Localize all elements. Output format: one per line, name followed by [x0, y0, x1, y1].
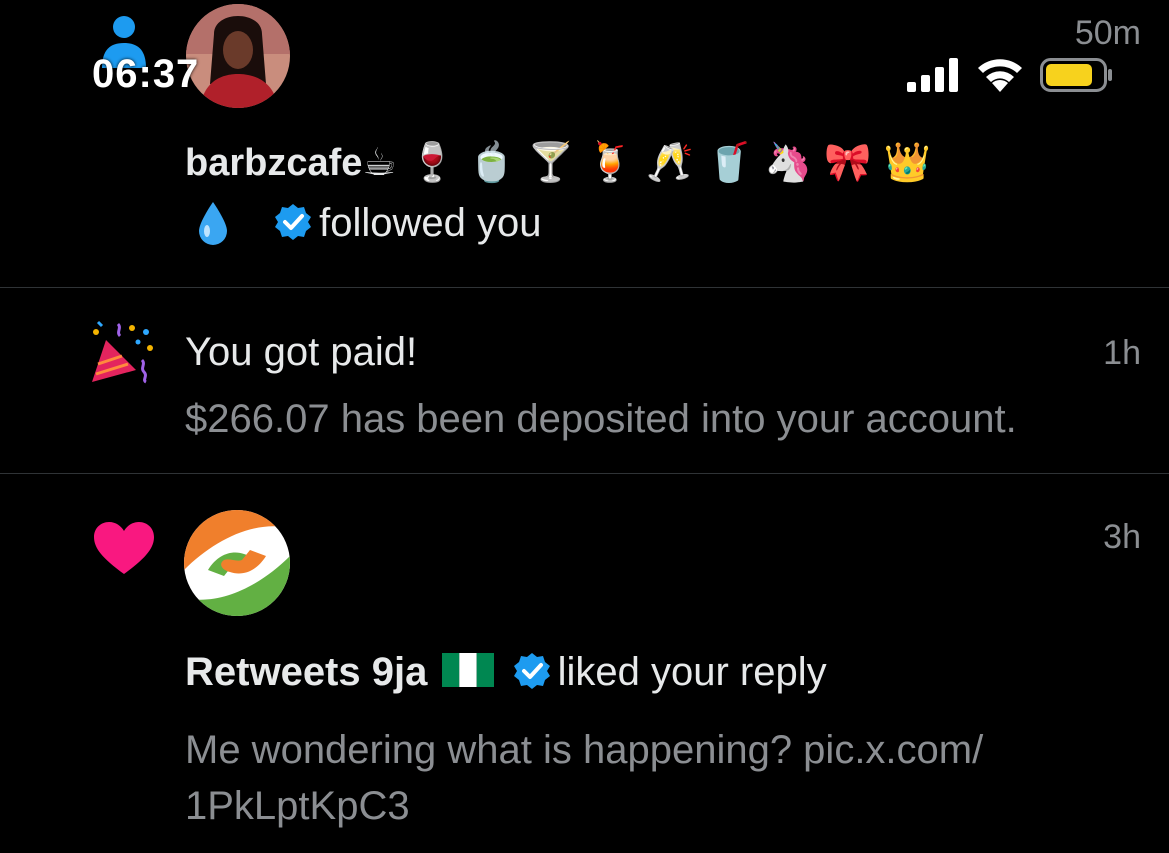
signal-icon [907, 58, 958, 92]
wifi-icon [978, 59, 1022, 92]
name-emojis: ☕ 🍷 🍵 🍸 🍹 🥂 🥤 🦄 🎀 👑 [362, 140, 932, 184]
payment-body: $266.07 has been deposited into your acc… [185, 397, 1017, 441]
divider [0, 473, 1169, 474]
battery-icon [1040, 58, 1112, 92]
divider [0, 287, 1169, 288]
verified-badge-icon [275, 204, 312, 240]
party-popper-icon [92, 320, 153, 384]
verified-badge-icon [513, 653, 550, 689]
follow-action-text: followed you [319, 201, 542, 245]
follow-action: followed you [196, 200, 542, 246]
follower-name[interactable]: barbzcafe☕ 🍷 🍵 🍸 🍹 🥂 🥤 🦄 🎀 👑 [185, 140, 931, 185]
clock-time: 06:37 [92, 52, 200, 96]
elapsed-time: 50m [1074, 14, 1141, 52]
payment-time: 1h [1103, 334, 1141, 372]
droplet-icon [199, 202, 227, 245]
liker-username[interactable]: Retweets 9ja [185, 650, 427, 694]
profile-avatar[interactable] [186, 4, 290, 108]
heart-icon [94, 522, 154, 574]
follower-username[interactable]: barbzcafe [185, 142, 362, 184]
like-line: Retweets 9ja liked your reply [185, 650, 827, 695]
liker-avatar[interactable] [184, 510, 290, 616]
reply-text[interactable]: Me wondering what is happening? pic.x.co… [185, 722, 1125, 834]
nigeria-flag-icon [442, 653, 495, 687]
payment-title: You got paid! [185, 330, 418, 374]
like-action-text: liked your reply [557, 650, 827, 694]
like-time: 3h [1103, 518, 1141, 556]
